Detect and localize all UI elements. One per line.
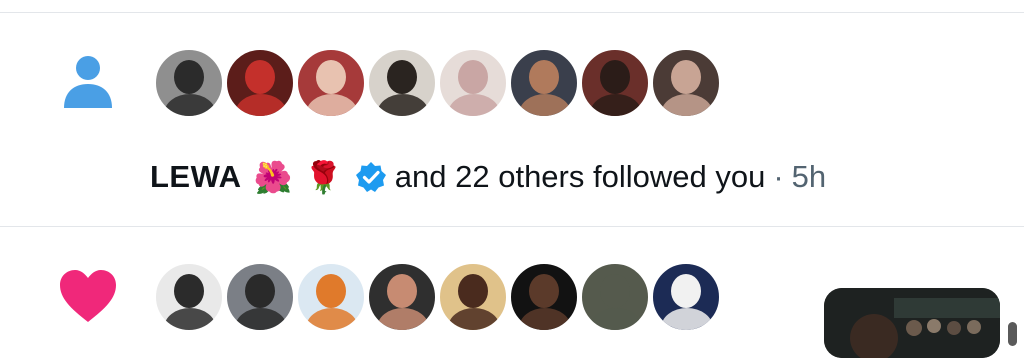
avatar[interactable] [367, 48, 437, 118]
avatar-figure [387, 60, 417, 94]
avatar-figure [235, 94, 287, 116]
post-thumbnail-image [824, 288, 1000, 358]
avatar-figure [590, 308, 642, 330]
avatar-figure [448, 94, 500, 116]
avatar-figure [245, 60, 275, 94]
avatar-figure [448, 308, 500, 330]
divider-middle [0, 226, 1024, 227]
avatar-figure [306, 94, 358, 116]
avatar-figure [590, 94, 642, 116]
avatar-figure [661, 94, 713, 116]
avatar-figure [529, 60, 559, 94]
avatar-figure [519, 308, 571, 330]
avatar-figure [377, 308, 429, 330]
avatar-figure [661, 308, 713, 330]
avatar-figure [164, 94, 216, 116]
rose-emoji: 🌹 [304, 159, 343, 195]
avatar-figure [671, 274, 701, 308]
avatar[interactable] [225, 262, 295, 332]
avatar-figure [164, 308, 216, 330]
verified-badge-icon [355, 162, 386, 192]
person-icon [64, 56, 112, 108]
avatar-figure [600, 274, 630, 308]
avatar[interactable] [296, 262, 366, 332]
avatar-figure [316, 274, 346, 308]
notification-text: LEWA 🌺 🌹 and 22 others followed you · 5h [150, 157, 826, 197]
separator-dot: · [773, 159, 784, 194]
avatar[interactable] [509, 262, 579, 332]
divider-top [0, 12, 1024, 13]
avatar[interactable] [296, 48, 366, 118]
user-name[interactable]: LEWA [150, 159, 242, 195]
avatar-figure [387, 274, 417, 308]
avatar-figure [671, 60, 701, 94]
follow-message: and 22 others followed you [394, 159, 766, 194]
avatar[interactable] [154, 48, 224, 118]
avatar[interactable] [367, 262, 437, 332]
avatar-figure [245, 274, 275, 308]
avatar-figure [458, 60, 488, 94]
post-thumbnail[interactable] [824, 288, 1000, 358]
avatar-figure [316, 60, 346, 94]
avatar[interactable] [651, 48, 721, 118]
avatar-figure [519, 94, 571, 116]
timestamp: 5h [791, 159, 827, 194]
avatar[interactable] [509, 48, 579, 118]
avatar[interactable] [580, 262, 650, 332]
avatar[interactable] [438, 48, 508, 118]
avatar-figure [306, 308, 358, 330]
heart-icon [60, 270, 116, 322]
hibiscus-emoji: 🌺 [253, 159, 293, 195]
avatar-figure [458, 274, 488, 308]
avatar-figure [235, 308, 287, 330]
avatar-figure [377, 94, 429, 116]
scrollbar[interactable] [1008, 322, 1017, 346]
avatar-figure [529, 274, 559, 308]
avatar[interactable] [580, 48, 650, 118]
avatar[interactable] [438, 262, 508, 332]
avatar[interactable] [154, 262, 224, 332]
avatar[interactable] [225, 48, 295, 118]
avatar[interactable] [651, 262, 721, 332]
avatar-figure [174, 274, 204, 308]
avatar-figure [600, 60, 630, 94]
avatar-figure [174, 60, 204, 94]
